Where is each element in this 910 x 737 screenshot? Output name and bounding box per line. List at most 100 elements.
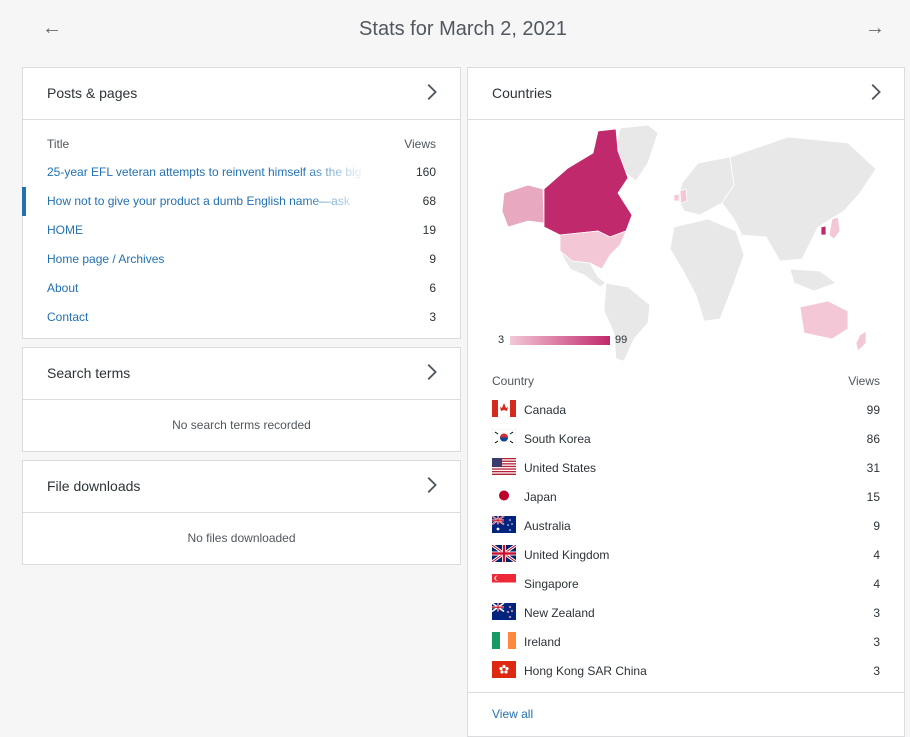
country-row: Hong Kong SAR China 3: [468, 656, 904, 685]
country-name: South Korea: [524, 432, 591, 446]
country-name: Singapore: [524, 577, 579, 591]
page-title: Stats for March 2, 2021: [359, 18, 567, 40]
column-header-views: Views: [848, 374, 880, 388]
post-row: About 6: [23, 274, 460, 303]
post-views: 9: [429, 252, 436, 266]
country-views: 31: [866, 461, 880, 475]
country-views: 3: [873, 635, 880, 649]
new-zealand-flag-icon: [492, 603, 516, 620]
column-header-country: Country: [492, 374, 535, 388]
empty-message: No search terms recorded: [172, 418, 311, 432]
post-row: 25-year EFL veteran attempts to reinvent…: [23, 158, 460, 187]
country-row: Ireland 3: [468, 627, 904, 656]
country-views: 3: [873, 664, 880, 678]
map-australia: [799, 300, 849, 340]
south-korea-flag-icon: [492, 429, 516, 446]
chevron-right-icon[interactable]: [864, 81, 886, 103]
post-link[interactable]: Home page / Archives: [47, 252, 367, 266]
legend-min: 3: [498, 334, 505, 346]
post-views: 19: [422, 223, 436, 237]
post-views: 68: [422, 194, 436, 208]
column-header-title: Title: [47, 137, 70, 151]
country-name: New Zealand: [524, 606, 595, 620]
column-header-views: Views: [404, 137, 436, 151]
map-africa: [669, 218, 745, 322]
united-kingdom-flag-icon: [492, 545, 516, 562]
country-name: Japan: [524, 490, 557, 504]
card-title: Countries: [492, 85, 552, 101]
ireland-flag-icon: [492, 632, 516, 649]
map-alaska: [501, 184, 545, 228]
map-japan: [828, 216, 841, 240]
united-states-flag-icon: [492, 458, 516, 475]
map-united-kingdom: [679, 188, 688, 204]
country-name: United Kingdom: [524, 548, 610, 562]
country-row: New Zealand 3: [468, 598, 904, 627]
stats-header: ← Stats for March 2, 2021 →: [0, 0, 910, 60]
chevron-right-icon[interactable]: [420, 81, 442, 103]
country-row: United Kingdom 4: [468, 540, 904, 569]
country-row: Japan 15: [468, 482, 904, 511]
card-header[interactable]: File downloads: [23, 461, 460, 513]
hong-kong-flag-icon: [492, 661, 516, 678]
country-row: South Korea 86: [468, 424, 904, 453]
country-name: Ireland: [524, 635, 561, 649]
posts-pages-card: Posts & pages Title Views 25-year EFL ve…: [22, 67, 461, 339]
country-row: Canada 99: [468, 395, 904, 424]
japan-flag-icon: [492, 487, 516, 504]
countries-card: Countries 3 99 Country Views Canada 99 S…: [467, 67, 905, 737]
canada-flag-icon: [492, 400, 516, 417]
empty-message: No files downloaded: [187, 531, 296, 545]
country-name: Australia: [524, 519, 571, 533]
card-header[interactable]: Search terms: [23, 348, 460, 400]
view-all-link[interactable]: View all: [492, 707, 533, 721]
card-title: Search terms: [47, 365, 131, 381]
arrow-right-icon[interactable]: →: [861, 14, 889, 42]
map-asia: [721, 136, 877, 262]
map-ireland: [673, 193, 680, 202]
map-south-america: [603, 282, 651, 362]
file-downloads-card: File downloads No files downloaded: [22, 460, 461, 565]
country-views: 4: [873, 548, 880, 562]
country-name: United States: [524, 461, 597, 475]
country-row: United States 31: [468, 453, 904, 482]
card-header[interactable]: Countries: [468, 68, 904, 120]
map-south-korea: [820, 225, 827, 236]
legend-max: 99: [615, 334, 628, 346]
post-link[interactable]: How not to give your product a dumb Engl…: [47, 194, 367, 208]
singapore-flag-icon: [492, 574, 516, 591]
post-row: How not to give your product a dumb Engl…: [22, 187, 460, 216]
map-southeast-asia: [789, 268, 837, 292]
country-views: 86: [866, 432, 880, 446]
post-link[interactable]: HOME: [47, 223, 367, 237]
map-new-zealand: [855, 330, 867, 352]
country-views: 3: [873, 606, 880, 620]
post-link[interactable]: About: [47, 281, 367, 295]
card-title: File downloads: [47, 478, 141, 494]
country-views: 9: [873, 519, 880, 533]
country-name: Hong Kong SAR China: [524, 664, 647, 678]
legend-gradient: [510, 336, 610, 345]
card-footer-divider: [468, 692, 904, 693]
post-row: HOME 19: [23, 216, 460, 245]
country-views: 99: [866, 403, 880, 417]
country-row: Singapore 4: [468, 569, 904, 598]
world-map[interactable]: [498, 123, 888, 363]
card-header[interactable]: Posts & pages: [23, 68, 460, 120]
post-link[interactable]: Contact: [47, 310, 367, 324]
country-name: Canada: [524, 403, 567, 417]
australia-flag-icon: [492, 516, 516, 533]
card-title: Posts & pages: [47, 85, 138, 101]
post-views: 6: [429, 281, 436, 295]
post-row: Contact 3: [23, 303, 460, 332]
country-views: 4: [873, 577, 880, 591]
chevron-right-icon[interactable]: [420, 361, 442, 383]
search-terms-card: Search terms No search terms recorded: [22, 347, 461, 452]
country-views: 15: [866, 490, 880, 504]
post-views: 3: [429, 310, 436, 324]
post-link[interactable]: 25-year EFL veteran attempts to reinvent…: [47, 165, 367, 179]
country-row: Australia 9: [468, 511, 904, 540]
chevron-right-icon[interactable]: [420, 474, 442, 496]
post-views: 160: [415, 165, 436, 179]
post-row: Home page / Archives 9: [23, 245, 460, 274]
